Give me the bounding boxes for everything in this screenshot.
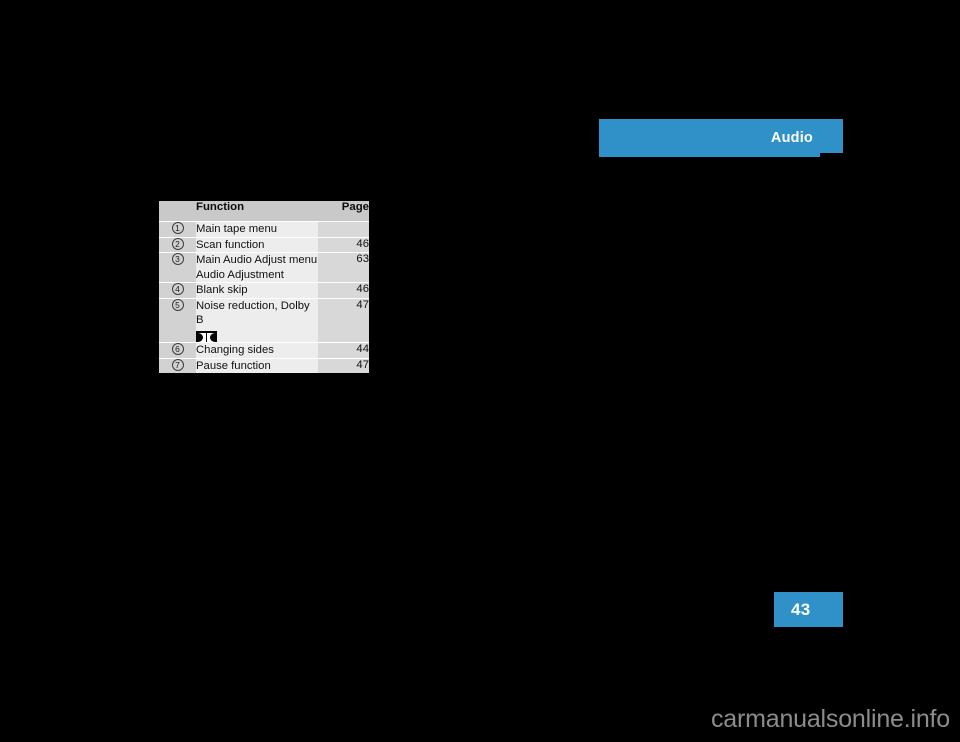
function-page-table: Function Page 1 Main tape menu 2 Scan fu… [159, 201, 369, 373]
row-function-cell: Main Audio Adjust menu Audio Adjustment [196, 252, 318, 283]
function-label: Main Audio Adjust menu [196, 254, 318, 266]
function-label: Noise reduction, Dolby B [196, 299, 310, 327]
row-page-cell: 47 [318, 358, 369, 373]
row-page-cell [318, 221, 369, 238]
table-row: 6 Changing sides 44 [159, 342, 369, 359]
table-row: 3 Main Audio Adjust menu Audio Adjustmen… [159, 252, 369, 283]
row-marker-cell: 5 [159, 298, 196, 343]
circled-number-icon: 7 [171, 358, 184, 371]
dolby-logo-right-d [207, 332, 215, 342]
page-number: 43 [791, 600, 811, 619]
page-number-badge: 43 [774, 592, 843, 627]
function-label: Pause function [196, 359, 271, 372]
dolby-logo-icon [196, 330, 217, 342]
table-row: 7 Pause function 47 [159, 358, 369, 373]
column-header-page: Page [318, 201, 369, 222]
watermark-text: carmanualsonline.info [710, 705, 950, 733]
function-label: Blank skip [196, 284, 248, 296]
circled-number-icon: 2 [171, 237, 184, 250]
dolby-logo-left-d [198, 332, 206, 342]
table-row: 1 Main tape menu [159, 221, 369, 238]
section-title: Audio [770, 130, 813, 146]
row-page-cell: 46 [318, 282, 369, 299]
function-label: Scan function [196, 238, 265, 251]
table-header-row: Function Page [159, 201, 369, 222]
row-page-cell: 63 [318, 252, 369, 283]
column-header-marker [159, 201, 196, 222]
row-function-cell: Noise reduction, Dolby B [196, 298, 318, 343]
circled-number-icon: 1 [171, 222, 184, 234]
circled-number-icon: 5 [171, 298, 184, 311]
row-marker-cell: 4 [159, 282, 196, 299]
row-page-cell: 46 [318, 237, 369, 253]
function-label: Changing sides [196, 344, 274, 356]
table-row: 2 Scan function 46 [159, 237, 369, 253]
circled-number-icon: 4 [171, 283, 184, 295]
circled-number-icon: 3 [171, 253, 184, 265]
function-label: Main tape menu [196, 223, 278, 235]
section-header-bar: Audio [599, 119, 843, 157]
row-marker-cell: 2 [159, 237, 196, 253]
circled-number-icon: 6 [171, 343, 184, 355]
row-function-cell: Changing sides [196, 342, 318, 359]
row-function-cell: Pause function [196, 358, 318, 373]
row-marker-cell: 6 [159, 342, 196, 359]
table-row: 4 Blank skip 46 [159, 282, 369, 299]
row-marker-cell: 1 [159, 221, 196, 238]
row-page-cell: 44 [318, 342, 369, 359]
row-function-cell: Blank skip [196, 282, 318, 299]
row-page-cell: 47 [318, 298, 369, 343]
row-function-cell: Main tape menu [196, 221, 318, 238]
function-label-secondary: Audio Adjustment [196, 268, 284, 281]
column-header-function: Function [196, 201, 318, 222]
row-marker-cell: 3 [159, 252, 196, 283]
row-function-cell: Scan function [196, 237, 318, 253]
section-header-bar-tab [820, 119, 843, 153]
table-row: 5 Noise reduction, Dolby B 47 [159, 298, 369, 343]
row-marker-cell: 7 [159, 358, 196, 373]
